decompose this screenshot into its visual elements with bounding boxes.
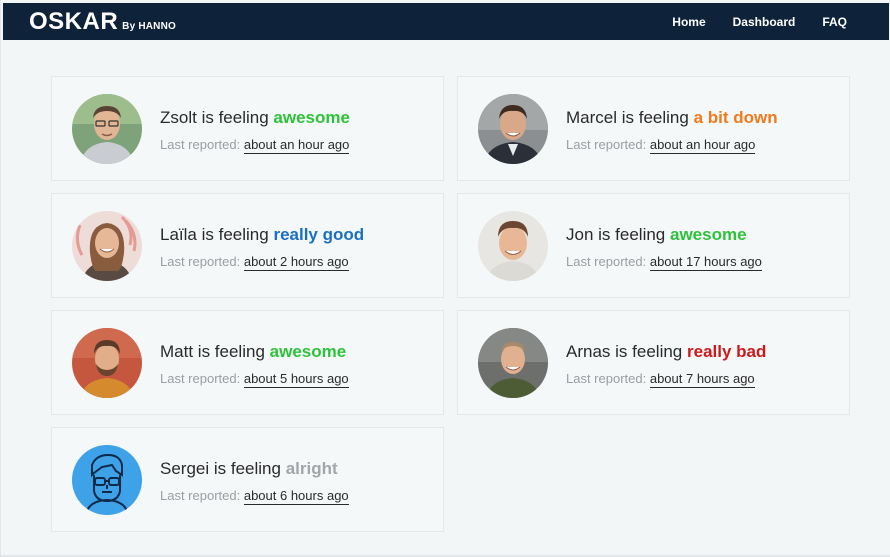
user-card: Laïla is feeling really good Last report…	[51, 193, 444, 298]
user-card: Marcel is feeling a bit down Last report…	[457, 76, 850, 181]
avatar	[72, 445, 142, 515]
is-feeling-label: is feeling	[621, 108, 689, 127]
last-reported-label: Last reported:	[566, 371, 647, 386]
user-name: Zsolt	[160, 108, 197, 127]
last-reported: Last reported: about 6 hours ago	[160, 488, 349, 505]
feeling-text: Jon is feeling awesome	[566, 225, 747, 245]
user-name: Arnas	[566, 342, 611, 361]
logo-subtext: By HANNO	[122, 21, 176, 32]
is-feeling-label: is feeling	[615, 342, 683, 361]
avatar	[72, 328, 142, 398]
avatar	[478, 328, 548, 398]
is-feeling-label: is feeling	[201, 108, 269, 127]
last-reported-label: Last reported:	[160, 488, 241, 503]
last-reported: Last reported: about 5 hours ago	[160, 371, 349, 388]
is-feeling-label: is feeling	[197, 342, 265, 361]
last-reported-time-link[interactable]: about 7 hours ago	[649, 371, 755, 388]
nav-link-dashboard[interactable]: Dashboard	[733, 15, 796, 29]
mood-label: awesome	[269, 342, 347, 361]
user-name: Matt	[160, 342, 194, 361]
last-reported-time-link[interactable]: about an hour ago	[649, 137, 756, 154]
user-name: Marcel	[566, 108, 618, 127]
last-reported-time-link[interactable]: about 17 hours ago	[649, 254, 762, 271]
avatar	[478, 94, 548, 164]
last-reported-label: Last reported:	[566, 254, 647, 269]
last-reported-time-link[interactable]: about 2 hours ago	[243, 254, 349, 271]
avatar	[72, 211, 142, 281]
last-reported: Last reported: about 7 hours ago	[566, 371, 755, 388]
mood-label: awesome	[670, 225, 747, 244]
app-frame: OSKAR By HANNO Home Dashboard FAQ Zsolt	[0, 0, 890, 557]
avatar	[72, 94, 142, 164]
mood-label: really bad	[687, 342, 767, 361]
feeling-text: Laïla is feeling really good	[160, 225, 364, 245]
avatar	[478, 211, 548, 281]
mood-label: awesome	[273, 108, 350, 127]
feeling-text: Arnas is feeling really bad	[566, 342, 766, 362]
last-reported-time-link[interactable]: about 6 hours ago	[243, 488, 349, 505]
user-name: Jon	[566, 225, 594, 244]
last-reported: Last reported: about 17 hours ago	[566, 254, 762, 271]
feeling-text: Marcel is feeling a bit down	[566, 108, 778, 128]
user-card: Sergei is feeling alright Last reported:…	[51, 427, 444, 532]
last-reported-label: Last reported:	[566, 137, 647, 152]
nav-link-faq[interactable]: FAQ	[822, 15, 847, 29]
last-reported: Last reported: about an hour ago	[566, 137, 756, 154]
user-card: Arnas is feeling really bad Last reporte…	[457, 310, 850, 415]
is-feeling-label: is feeling	[213, 459, 281, 478]
feeling-text: Sergei is feeling alright	[160, 459, 338, 479]
last-reported: Last reported: about an hour ago	[160, 137, 350, 154]
mood-label: a bit down	[693, 108, 778, 127]
feeling-text: Zsolt is feeling awesome	[160, 108, 350, 128]
is-feeling-label: is feeling	[201, 225, 269, 244]
user-card: Zsolt is feeling awesome Last reported: …	[51, 76, 444, 181]
top-navbar: OSKAR By HANNO Home Dashboard FAQ	[3, 3, 889, 40]
last-reported: Last reported: about 2 hours ago	[160, 254, 349, 271]
nav-link-home[interactable]: Home	[672, 15, 705, 29]
user-card: Matt is feeling awesome Last reported: a…	[51, 310, 444, 415]
cartoon-face-icon	[72, 445, 142, 515]
logo[interactable]: OSKAR By HANNO	[29, 8, 176, 36]
user-name: Laïla	[160, 225, 197, 244]
last-reported-label: Last reported:	[160, 137, 241, 152]
last-reported-label: Last reported:	[160, 254, 241, 269]
mood-label: alright	[285, 459, 338, 478]
is-feeling-label: is feeling	[598, 225, 666, 244]
user-name: Sergei	[160, 459, 210, 478]
logo-text: OSKAR	[29, 8, 119, 35]
user-card: Jon is feeling awesome Last reported: ab…	[457, 193, 850, 298]
last-reported-time-link[interactable]: about 5 hours ago	[243, 371, 349, 388]
last-reported-time-link[interactable]: about an hour ago	[243, 137, 350, 154]
nav-links: Home Dashboard FAQ	[672, 3, 847, 40]
last-reported-label: Last reported:	[160, 371, 241, 386]
feeling-text: Matt is feeling awesome	[160, 342, 346, 362]
mood-label: really good	[273, 225, 365, 244]
